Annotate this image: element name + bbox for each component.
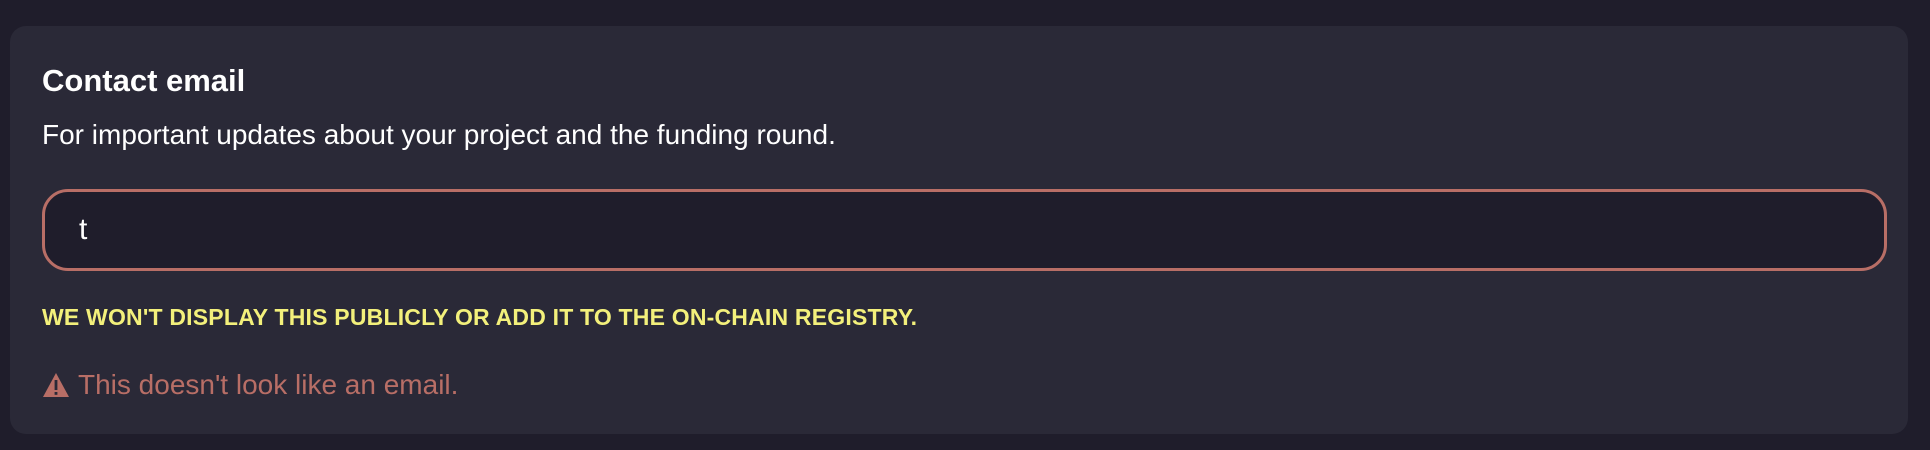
- email-input[interactable]: [45, 192, 1884, 268]
- field-title: Contact email: [42, 63, 246, 98]
- field-description: For important updates about your project…: [42, 119, 836, 150]
- privacy-note: WE WON'T DISPLAY THIS PUBLICLY OR ADD IT…: [42, 304, 918, 330]
- warning-icon: [42, 372, 70, 398]
- email-field-container[interactable]: [42, 189, 1887, 271]
- contact-email-card: Contact email For important updates abou…: [10, 26, 1908, 434]
- error-text: This doesn't look like an email.: [78, 369, 459, 400]
- error-message: This doesn't look like an email.: [42, 368, 458, 402]
